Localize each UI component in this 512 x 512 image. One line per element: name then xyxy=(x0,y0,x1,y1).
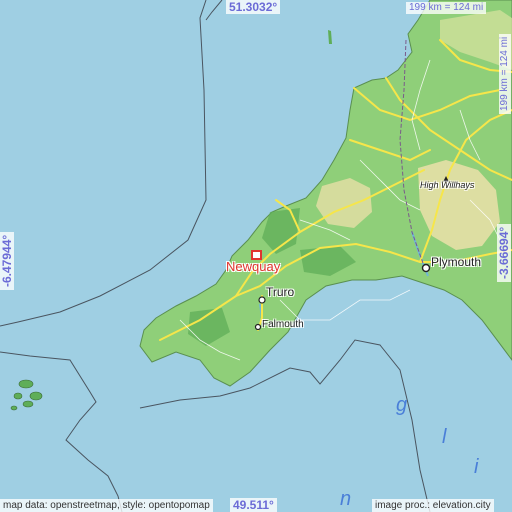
east-coordinate: -3.66694° xyxy=(497,223,511,282)
scale-right: 199 km = 124 mi xyxy=(499,33,511,114)
falmouth-marker xyxy=(254,323,262,331)
sea-label-letter: n xyxy=(340,488,352,510)
plymouth-label[interactable]: Plymouth xyxy=(431,255,481,269)
sea-label-letter: l xyxy=(442,426,447,448)
south-coordinate: 49.511° xyxy=(230,498,277,512)
north-coordinate: 51.3032° xyxy=(226,0,281,14)
falmouth-label[interactable]: Falmouth xyxy=(262,319,304,330)
target-marker xyxy=(251,250,262,260)
map-view[interactable]: Newquay Truro Falmouth Plymouth High Wil… xyxy=(0,0,512,512)
west-coordinate: -6.47944° xyxy=(0,231,14,290)
attribution-data[interactable]: map data: openstreetmap, style: opentopo… xyxy=(0,499,213,512)
sea-label-letter: g xyxy=(396,394,408,416)
attribution-processing[interactable]: image proc.: elevation.city xyxy=(372,499,494,512)
scale-top: 199 km = 124 mi xyxy=(406,2,487,14)
newquay-label[interactable]: Newquay xyxy=(226,259,280,274)
truro-marker xyxy=(258,296,266,304)
truro-label[interactable]: Truro xyxy=(266,285,294,299)
sea-label-letter: i xyxy=(474,456,479,478)
high-willhays-label[interactable]: High Willhays xyxy=(420,180,474,190)
plymouth-marker xyxy=(421,263,431,273)
